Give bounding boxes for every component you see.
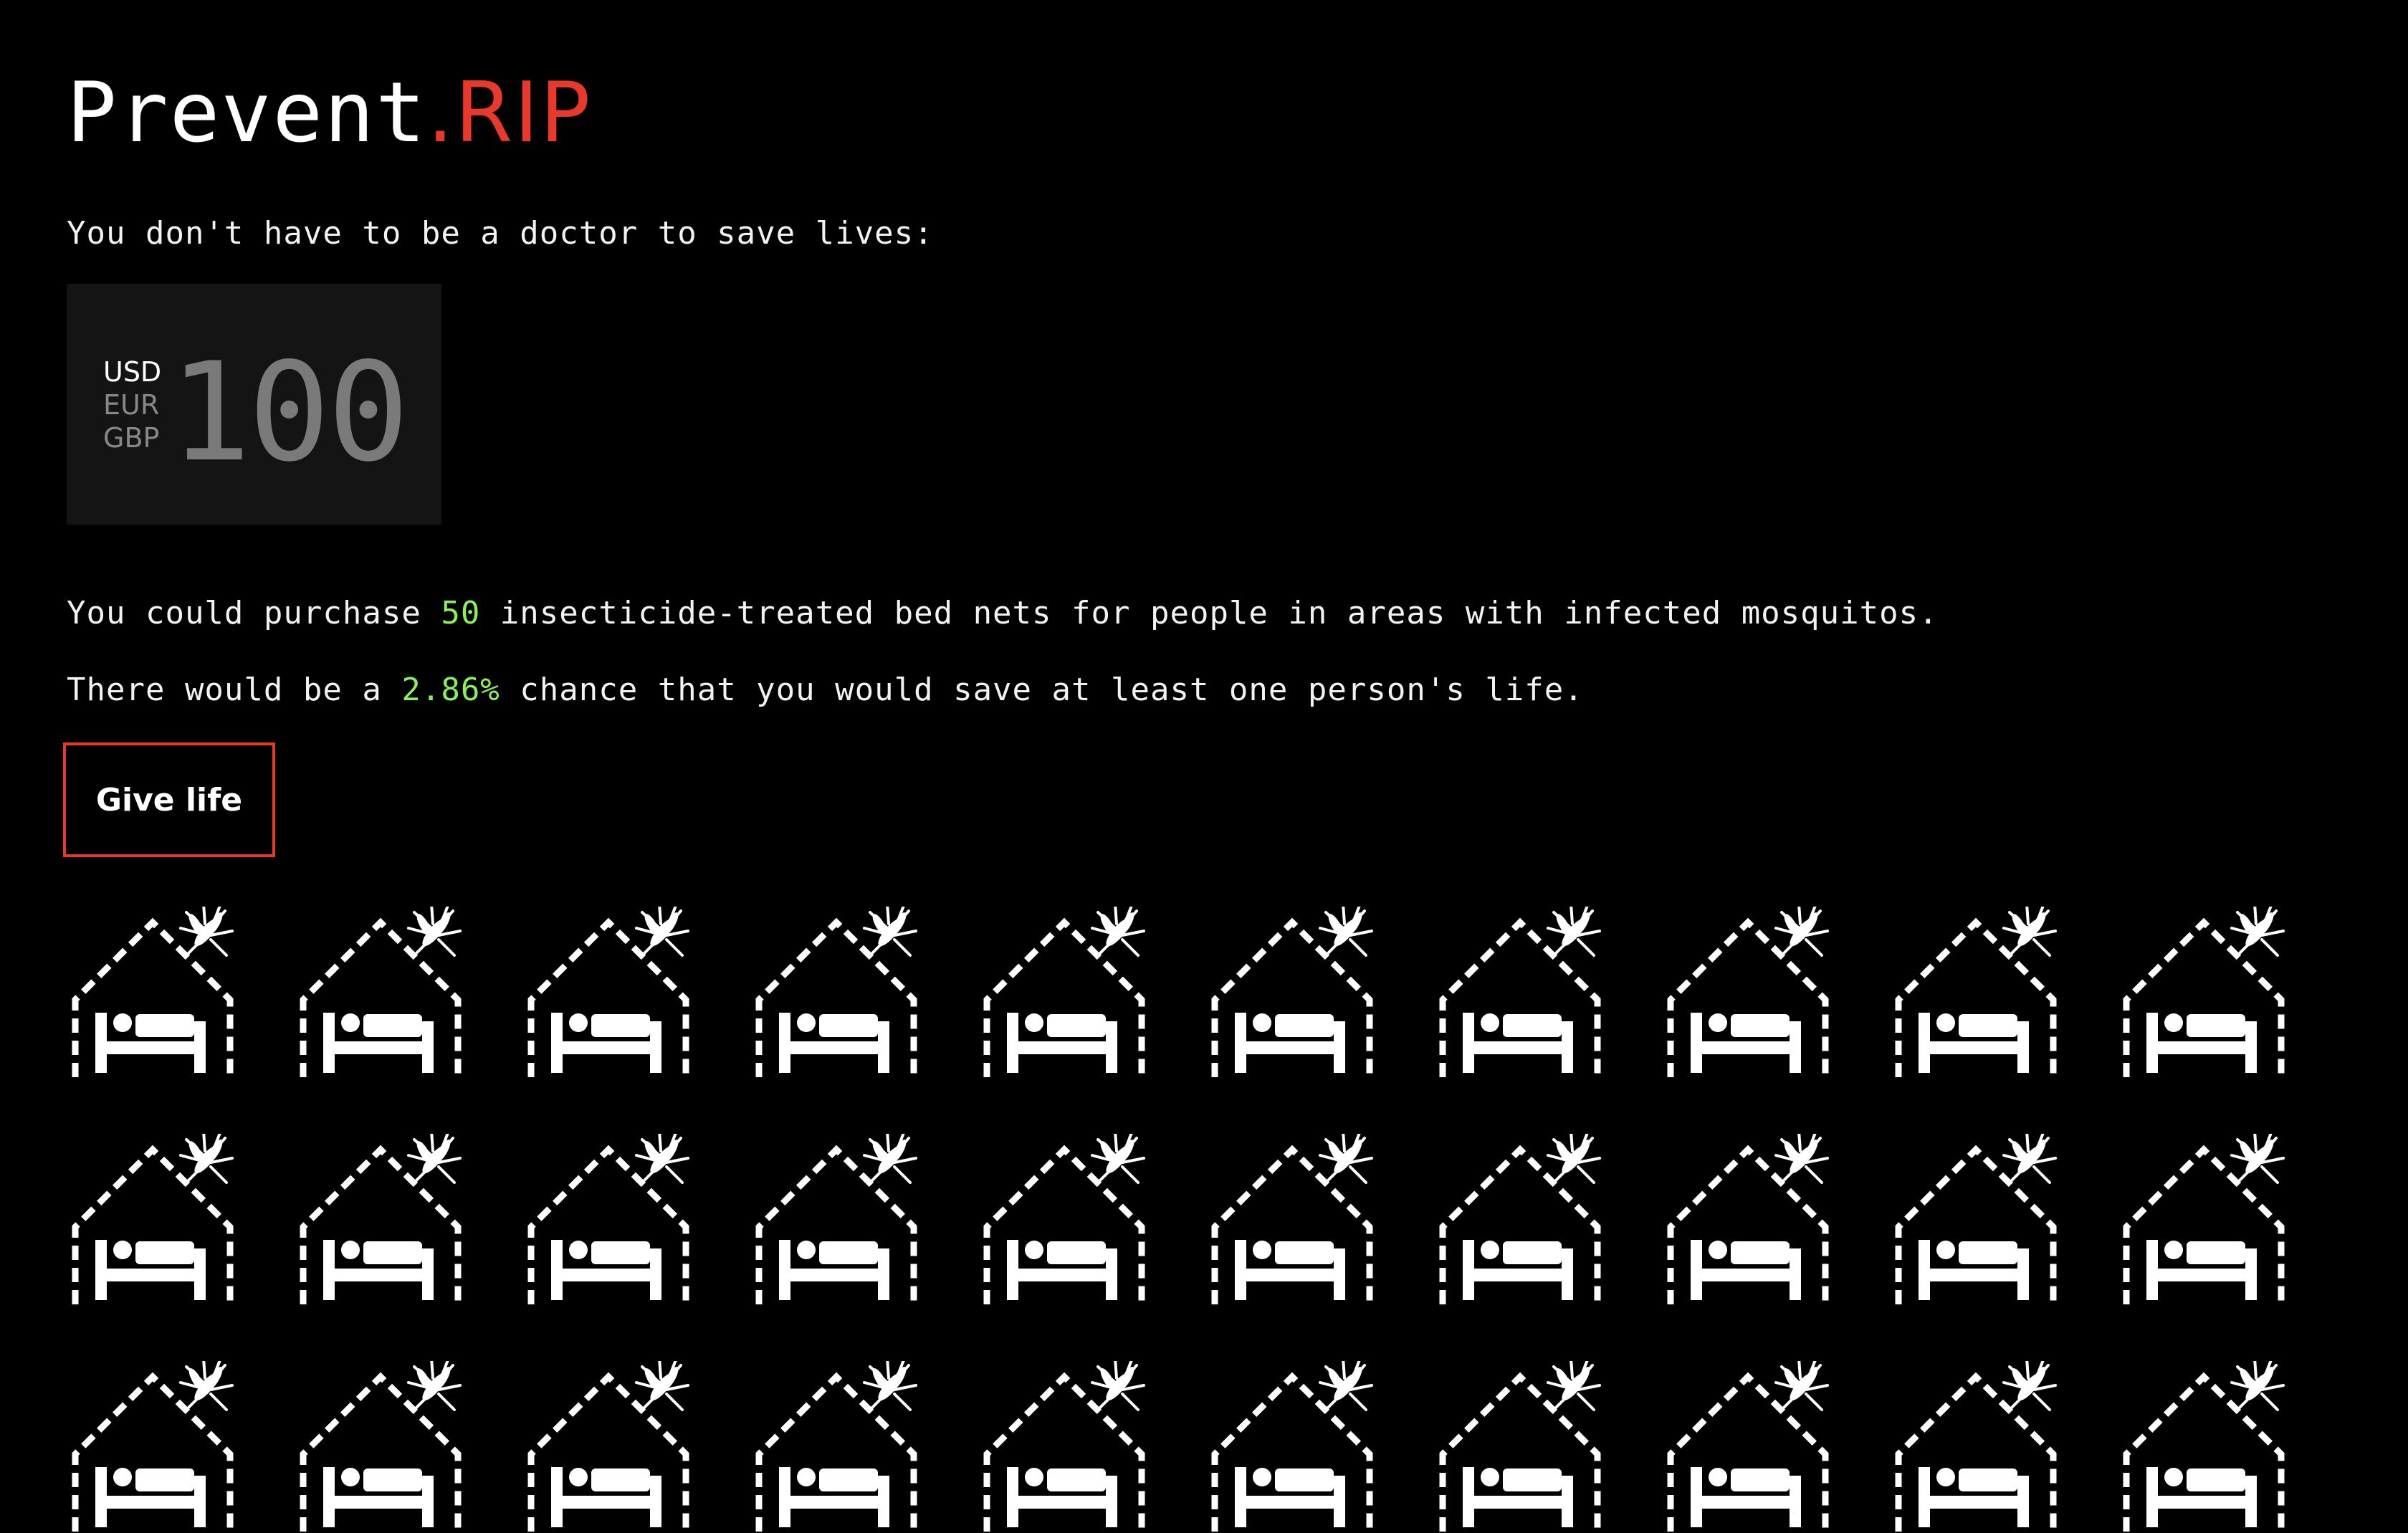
amount-input[interactable]: 100 [169, 341, 409, 484]
bed-net-mosquito-icon [750, 1134, 922, 1306]
nets-count: 50 [441, 595, 481, 631]
nets-sentence: You could purchase 50 insecticide-treate… [67, 592, 1939, 635]
bed-net-mosquito-icon [750, 907, 922, 1079]
bed-net-mosquito-icon [1434, 1134, 1606, 1306]
bed-net-mosquito-icon [2118, 1361, 2290, 1533]
nets-suffix: insecticide-treated bed nets for people … [480, 595, 1939, 631]
chance-suffix: chance that you would save at least one … [500, 672, 1584, 708]
nets-prefix: You could purchase [67, 595, 441, 631]
chance-percent: 2.86% [401, 672, 500, 708]
site-logo[interactable]: Prevent.RIP [67, 63, 592, 163]
bed-net-mosquito-icon [1890, 907, 2062, 1079]
currency-usd[interactable]: USD [103, 355, 161, 388]
currency-selector[interactable]: USD EUR GBP [103, 355, 161, 454]
currency-gbp[interactable]: GBP [103, 421, 161, 454]
bed-net-mosquito-icon [1662, 1134, 1834, 1306]
tagline: You don't have to be a doctor to save li… [67, 215, 934, 252]
bed-net-mosquito-icon [978, 907, 1150, 1079]
bed-net-mosquito-icon [2118, 1134, 2290, 1306]
bed-net-mosquito-icon [1206, 1134, 1378, 1306]
donation-amount-box[interactable]: USD EUR GBP 100 [67, 284, 441, 525]
logo-brand: Prevent [67, 65, 427, 161]
bed-net-mosquito-icon [67, 907, 239, 1079]
bed-net-mosquito-icon [750, 1361, 922, 1533]
bed-net-mosquito-icon [2118, 907, 2290, 1079]
bed-net-mosquito-icon [1434, 1361, 1606, 1533]
chance-sentence: There would be a 2.86% chance that you w… [67, 669, 1584, 712]
bed-net-grid [67, 907, 2290, 1533]
give-life-button[interactable]: Give life [63, 742, 275, 857]
bed-net-mosquito-icon [1662, 1361, 1834, 1533]
bed-net-mosquito-icon [67, 1134, 239, 1306]
bed-net-mosquito-icon [1206, 1361, 1378, 1533]
bed-net-mosquito-icon [522, 1134, 694, 1306]
logo-accent: .RIP [426, 65, 592, 161]
currency-eur[interactable]: EUR [103, 388, 161, 421]
bed-net-mosquito-icon [522, 1361, 694, 1533]
bed-net-mosquito-icon [1206, 907, 1378, 1079]
bed-net-mosquito-icon [295, 1361, 467, 1533]
bed-net-mosquito-icon [295, 907, 467, 1079]
bed-net-mosquito-icon [978, 1361, 1150, 1533]
bed-net-mosquito-icon [1890, 1134, 2062, 1306]
bed-net-mosquito-icon [978, 1134, 1150, 1306]
bed-net-mosquito-icon [1662, 907, 1834, 1079]
bed-net-mosquito-icon [67, 1361, 239, 1533]
bed-net-mosquito-icon [522, 907, 694, 1079]
chance-prefix: There would be a [67, 672, 402, 708]
bed-net-mosquito-icon [295, 1134, 467, 1306]
bed-net-mosquito-icon [1890, 1361, 2062, 1533]
bed-net-mosquito-icon [1434, 907, 1606, 1079]
